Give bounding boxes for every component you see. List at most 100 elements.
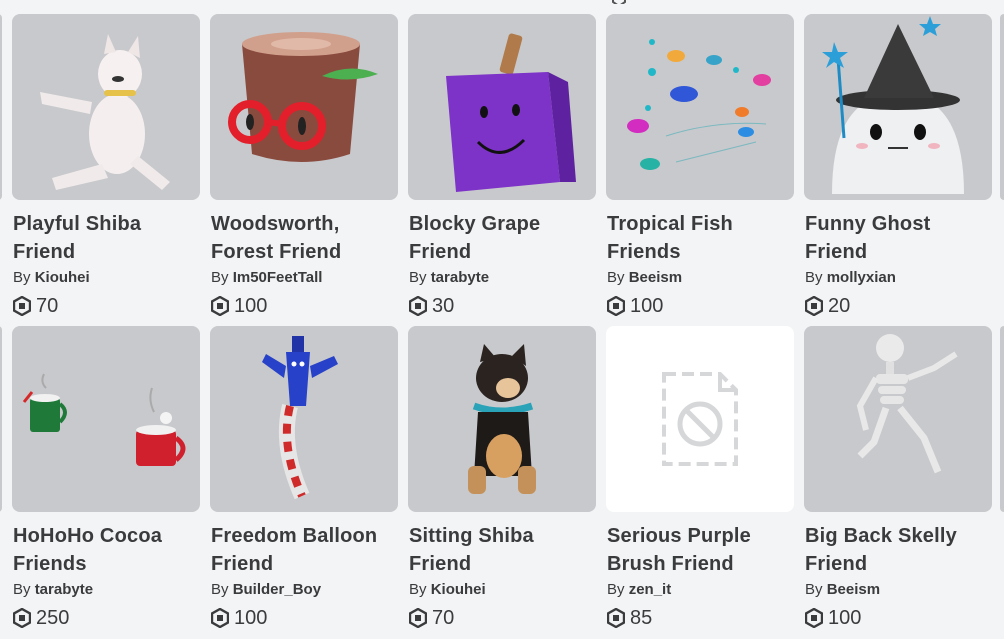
catalog-grid: Playful Shiba Friend By Kiouhei 70 Woods… — [0, 0, 1004, 639]
by-label: By — [13, 581, 31, 598]
item-name[interactable]: Big Back Skelly Friend — [805, 522, 991, 578]
item-price: 70 — [13, 293, 58, 319]
cocoa-icon — [22, 373, 186, 466]
item-card[interactable]: Sitting Shiba Friend By Kiouhei 70 — [408, 326, 596, 629]
creator-link[interactable]: zen_it — [629, 581, 672, 598]
item-thumbnail[interactable] — [210, 14, 398, 200]
stump-icon — [228, 32, 378, 162]
by-label: By — [409, 581, 427, 598]
shiba-icon — [468, 344, 536, 494]
creator-link[interactable]: Kiouhei — [35, 269, 90, 286]
creator-link[interactable]: Builder_Boy — [233, 581, 321, 598]
balloon-icon — [262, 336, 338, 500]
price-value: 20 — [828, 294, 851, 317]
item-creator: By zen_it — [607, 581, 671, 599]
price-value: 100 — [234, 294, 268, 317]
price-value: 85 — [630, 606, 653, 629]
item-card[interactable]: Blocky Grape Friend By tarabyte 30 — [408, 14, 596, 317]
robux-icon — [409, 608, 427, 628]
item-card[interactable]: Playful Shiba Friend By Kiouhei 70 — [12, 14, 200, 317]
item-name[interactable]: HoHoHo Cocoa Friends — [13, 522, 199, 578]
item-creator: By Builder_Boy — [211, 581, 321, 599]
item-price: 20 — [805, 293, 850, 319]
item-card[interactable]: Big Back Skelly Friend By Beeism 100 — [804, 326, 992, 629]
item-name[interactable]: Playful Shiba Friend — [13, 210, 199, 266]
shiba-icon — [40, 34, 170, 190]
creator-link[interactable]: tarabyte — [431, 269, 489, 286]
robux-icon — [409, 296, 427, 316]
item-creator: By Beeism — [805, 581, 880, 599]
item-thumbnail[interactable] — [12, 326, 200, 512]
item-price: 100 — [211, 293, 267, 319]
item-thumbnail[interactable] — [408, 326, 596, 512]
partial-card-right[interactable] — [1000, 14, 1004, 200]
item-name[interactable]: Sitting Shiba Friend — [409, 522, 595, 578]
by-label: By — [607, 269, 625, 286]
item-card[interactable]: Woodsworth, Forest Friend By Im50FeetTal… — [210, 14, 398, 317]
price-value: 100 — [234, 606, 268, 629]
item-name[interactable]: Blocky Grape Friend — [409, 210, 595, 266]
item-price: 100 — [211, 605, 267, 631]
price-value: 250 — [36, 606, 70, 629]
item-card[interactable]: Serious Purple Brush Friend By zen_it 85 — [606, 326, 794, 629]
robux-icon — [607, 296, 625, 316]
robux-icon — [607, 608, 625, 628]
item-card[interactable]: Tropical Fish Friends By Beeism 100 — [606, 14, 794, 317]
creator-link[interactable]: Beeism — [827, 581, 880, 598]
item-thumbnail[interactable] — [804, 326, 992, 512]
robux-icon — [211, 296, 229, 316]
robux-icon — [805, 296, 823, 316]
item-thumbnail[interactable] — [606, 326, 794, 512]
by-label: By — [211, 581, 229, 598]
creator-link[interactable]: tarabyte — [35, 581, 93, 598]
robux-icon — [211, 608, 229, 628]
item-thumbnail[interactable] — [12, 14, 200, 200]
partial-card-left[interactable] — [0, 326, 2, 512]
item-card[interactable]: HoHoHo Cocoa Friends By tarabyte 250 — [12, 326, 200, 629]
item-creator: By Im50FeetTall — [211, 269, 322, 287]
price-value: 70 — [36, 294, 59, 317]
skeleton-icon — [856, 334, 958, 474]
creator-link[interactable]: Kiouhei — [431, 581, 486, 598]
item-card[interactable]: Funny Ghost Friend By mollyxian 20 — [804, 14, 992, 317]
item-name[interactable]: Woodsworth, Forest Friend — [211, 210, 397, 266]
item-price: 250 — [13, 605, 69, 631]
item-creator: By Beeism — [607, 269, 682, 287]
item-creator: By tarabyte — [409, 269, 489, 287]
item-creator: By Kiouhei — [13, 269, 90, 287]
item-price: 100 — [607, 293, 663, 319]
item-thumbnail[interactable] — [210, 326, 398, 512]
unavailable-image-icon — [662, 372, 738, 466]
partial-card-left[interactable] — [0, 14, 2, 200]
item-price: 85 — [607, 605, 652, 631]
item-card[interactable]: Freedom Balloon Friend By Builder_Boy 10… — [210, 326, 398, 629]
item-thumbnail[interactable] — [606, 14, 794, 200]
robux-icon — [13, 296, 31, 316]
item-name[interactable]: Serious Purple Brush Friend — [607, 522, 793, 578]
price-value: 100 — [630, 294, 664, 317]
item-name[interactable]: Freedom Balloon Friend — [211, 522, 397, 578]
creator-link[interactable]: Beeism — [629, 269, 682, 286]
creator-link[interactable]: mollyxian — [827, 269, 896, 286]
price-value: 70 — [432, 606, 455, 629]
by-label: By — [805, 269, 823, 286]
by-label: By — [409, 269, 427, 286]
partial-card-right[interactable] — [1000, 326, 1004, 512]
price-value: 30 — [432, 294, 455, 317]
by-label: By — [13, 269, 31, 286]
item-price: 70 — [409, 605, 454, 631]
by-label: By — [805, 581, 823, 598]
by-label: By — [607, 581, 625, 598]
robux-icon — [612, 0, 626, 4]
item-creator: By mollyxian — [805, 269, 896, 287]
item-name[interactable]: Tropical Fish Friends — [607, 210, 793, 266]
fish-icon — [627, 39, 771, 170]
item-price: 100 — [805, 605, 861, 631]
item-thumbnail[interactable] — [408, 14, 596, 200]
item-name[interactable]: Funny Ghost Friend — [805, 210, 991, 266]
item-thumbnail[interactable] — [804, 14, 992, 200]
item-creator: By tarabyte — [13, 581, 93, 599]
by-label: By — [211, 269, 229, 286]
item-creator: By Kiouhei — [409, 581, 486, 599]
creator-link[interactable]: Im50FeetTall — [233, 269, 323, 286]
